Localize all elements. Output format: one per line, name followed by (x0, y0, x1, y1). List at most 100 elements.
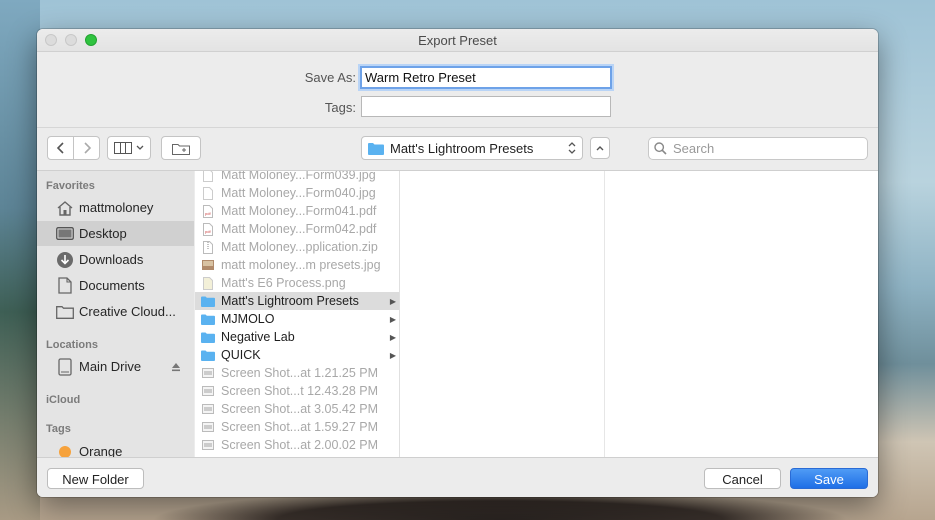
file-name: Matt Moloney...Form042.pdf (221, 222, 377, 236)
view-mode-button[interactable] (107, 136, 151, 160)
svg-text:pdf: pdf (205, 229, 211, 234)
search-icon (654, 142, 667, 155)
desktop-background-left (0, 0, 40, 520)
file-row[interactable]: Screen Shot...at 2.00.02 PM (195, 436, 399, 454)
cancel-button[interactable]: Cancel (704, 468, 781, 489)
file-name: Screen Shot...at 1.59.27 PM (221, 420, 379, 434)
sidebar-item-downloads[interactable]: Downloads (37, 247, 194, 272)
tags-input[interactable] (361, 96, 611, 117)
search-placeholder: Search (673, 141, 715, 156)
sidebar-item-desktop[interactable]: Desktop (37, 221, 194, 246)
icloud-heading: iCloud (46, 394, 81, 406)
toolbar-separator (37, 127, 878, 128)
pdf-file-icon: pdf (201, 204, 215, 218)
png-file-icon (201, 276, 215, 290)
new-folder-icon (172, 143, 190, 155)
file-name: Matt's Lightroom Presets (221, 294, 359, 308)
jpg-file-icon (201, 171, 215, 182)
folder-row[interactable]: QUICK ▶ (195, 346, 399, 364)
file-name: Matt Moloney...Form039.jpg (221, 171, 376, 182)
shot-file-icon (201, 438, 215, 452)
file-name: Negative Lab (221, 330, 295, 344)
sidebar-item-creative-cloud[interactable]: Creative Cloud... (37, 299, 194, 324)
folder-icon (201, 330, 215, 344)
folder-icon (201, 312, 215, 326)
file-row[interactable]: Screen Shot...at 1.59.27 PM (195, 418, 399, 436)
file-name: Screen Shot...at 2.00.02 PM (221, 438, 379, 452)
disclosure-arrow-icon: ▶ (389, 296, 397, 306)
file-row[interactable]: matt moloney...m presets.jpg (195, 256, 399, 274)
disclosure-arrow-icon: ▶ (389, 350, 397, 360)
back-forward-control (47, 136, 100, 160)
chevron-updown-icon (568, 142, 576, 154)
forward-button[interactable] (74, 136, 100, 160)
folder-icon (201, 294, 215, 308)
orange-tag-dot-icon (55, 443, 75, 459)
location-label: Matt's Lightroom Presets (390, 140, 534, 156)
folder-icon (368, 142, 384, 155)
file-row[interactable]: Matt Moloney...pplication.zip (195, 238, 399, 256)
downloads-icon (55, 251, 75, 269)
tags-label: Tags: (324, 100, 356, 115)
file-row[interactable]: Screen Shot...at 1.21.25 PM (195, 364, 399, 382)
save-as-input[interactable] (360, 66, 612, 89)
window-title: Export Preset (418, 33, 497, 48)
sidebar-item-tag-orange[interactable]: Orange (37, 439, 194, 458)
sidebar-item-mattmoloney[interactable]: mattmoloney (37, 195, 194, 220)
eject-icon[interactable] (171, 360, 181, 375)
file-name: Matt Moloney...pplication.zip (221, 240, 378, 254)
file-name: Screen Shot...t 12.43.28 PM (221, 384, 379, 398)
chevron-down-icon (136, 145, 144, 150)
chevron-up-icon (596, 146, 604, 151)
columns-view-icon (114, 142, 132, 154)
new-folder-toolbar-button[interactable] (161, 136, 201, 160)
sidebar-item-documents[interactable]: Documents (37, 273, 194, 298)
file-name: MJMOLO (221, 312, 275, 326)
file-name: Screen Shot...at 1.21.25 PM (221, 366, 379, 380)
jpg-file-icon (201, 186, 215, 200)
locations-heading: Locations (46, 339, 98, 351)
save-as-label: Save As: (304, 70, 356, 85)
file-row[interactable]: Matt Moloney...Form040.jpg (195, 184, 399, 202)
export-preset-dialog: Export Preset Save As: Tags: Matt's Ligh… (37, 29, 878, 497)
favorites-heading: Favorites (46, 180, 95, 192)
file-row[interactable]: pdf Matt Moloney...Form042.pdf (195, 220, 399, 238)
folder-icon (201, 348, 215, 362)
save-button[interactable]: Save (790, 468, 868, 489)
chevron-left-icon (56, 142, 64, 154)
file-row[interactable]: Screen Shot...at 3.05.42 PM (195, 400, 399, 418)
drive-icon (55, 357, 75, 376)
file-name: Matt Moloney...Form040.jpg (221, 186, 376, 200)
file-column-2 (400, 171, 605, 458)
file-name: Matt's E6 Process.png (221, 276, 346, 290)
file-name: QUICK (221, 348, 261, 362)
collapse-browser-button[interactable] (590, 137, 610, 159)
folder-row[interactable]: Negative Lab ▶ (195, 328, 399, 346)
shot-file-icon (201, 420, 215, 434)
file-row[interactable]: Matt Moloney...Form039.jpg (195, 171, 399, 184)
disclosure-arrow-icon: ▶ (389, 332, 397, 342)
home-icon (55, 199, 75, 217)
folder-row[interactable]: MJMOLO ▶ (195, 310, 399, 328)
file-row[interactable]: Matt's E6 Process.png (195, 274, 399, 292)
search-field[interactable]: Search (648, 137, 868, 160)
shot-file-icon (201, 366, 215, 380)
pdf-file-icon: pdf (201, 222, 215, 236)
img-file-icon (201, 258, 215, 272)
file-row[interactable]: Screen Shot...t 12.43.28 PM (195, 382, 399, 400)
tags-heading: Tags (46, 423, 71, 435)
svg-text:pdf: pdf (205, 211, 211, 216)
sidebar-item-main-drive[interactable]: Main Drive (37, 354, 194, 379)
documents-icon (55, 277, 75, 295)
new-folder-button[interactable]: New Folder (47, 468, 144, 489)
location-popup[interactable]: Matt's Lightroom Presets (361, 136, 583, 160)
chevron-right-icon (83, 142, 91, 154)
zip-file-icon (201, 240, 215, 254)
sidebar: Favorites mattmoloney Desktop Downloads … (37, 171, 194, 458)
disclosure-arrow-icon: ▶ (389, 314, 397, 324)
shot-file-icon (201, 402, 215, 416)
file-browser: Favorites mattmoloney Desktop Downloads … (37, 170, 878, 458)
file-row[interactable]: pdf Matt Moloney...Form041.pdf (195, 202, 399, 220)
back-button[interactable] (47, 136, 74, 160)
folder-row[interactable]: Matt's Lightroom Presets ▶ (195, 292, 399, 310)
